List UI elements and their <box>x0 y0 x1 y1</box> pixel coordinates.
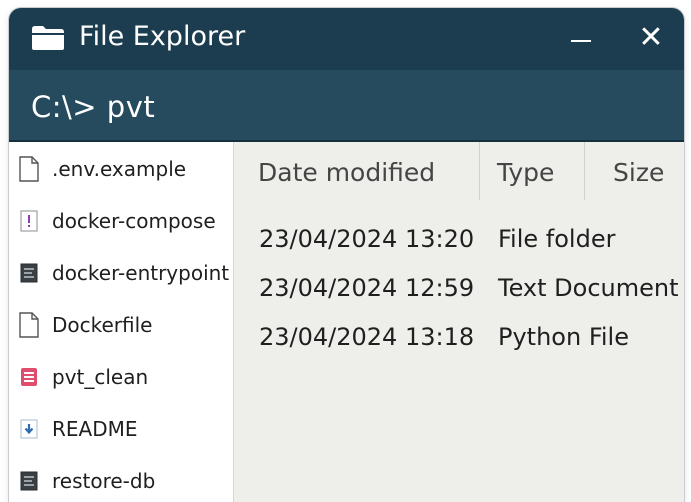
database-file-icon <box>21 368 37 386</box>
title-bar[interactable]: File Explorer ✕ <box>9 8 684 70</box>
file-explorer-window: File Explorer ✕ C:\> pvt .env.example do… <box>9 8 684 502</box>
markdown-file-icon <box>20 419 38 439</box>
file-item-pvt-clean[interactable]: pvt_clean <box>9 354 234 398</box>
table-row[interactable]: 23/04/2024 13:18 Python File <box>234 314 684 360</box>
file-list: .env.example docker-compose docker-entry… <box>9 142 234 502</box>
table-row[interactable]: 23/04/2024 12:59 Text Document <box>234 265 684 311</box>
current-path: C:\> pvt <box>31 90 156 124</box>
file-name: Dockerfile <box>52 313 153 337</box>
column-header-date-modified[interactable]: Date modified <box>258 142 435 204</box>
column-divider[interactable] <box>584 142 585 200</box>
close-icon: ✕ <box>638 20 664 55</box>
column-header-type[interactable]: Type <box>497 142 554 204</box>
file-name: README <box>52 417 138 441</box>
file-name: docker-compose <box>52 209 216 233</box>
file-name: docker-entrypoint <box>52 261 230 285</box>
column-header-size[interactable]: Size <box>613 142 664 204</box>
date-modified-cell: 23/04/2024 12:59 <box>259 274 475 302</box>
blank-file-icon <box>19 312 39 338</box>
file-item-docker-compose[interactable]: docker-compose <box>9 198 234 242</box>
file-name: .env.example <box>52 157 187 181</box>
type-cell: Text Document <box>498 274 679 302</box>
window-title: File Explorer <box>79 21 246 52</box>
script-file-icon <box>20 263 38 283</box>
date-modified-cell: 23/04/2024 13:18 <box>259 323 475 351</box>
yaml-file-icon <box>20 210 38 232</box>
table-row[interactable]: 23/04/2024 13:20 File folder <box>234 216 684 262</box>
details-pane: Date modified Type Size 23/04/2024 13:20… <box>234 142 684 502</box>
type-cell: File folder <box>498 225 616 253</box>
address-bar[interactable]: C:\> pvt <box>9 70 684 142</box>
file-name: restore-db <box>52 469 156 493</box>
date-modified-cell: 23/04/2024 13:20 <box>259 225 475 253</box>
script-file-icon <box>20 471 38 491</box>
minimize-icon <box>571 40 591 42</box>
file-item-dockerfile[interactable]: Dockerfile <box>9 302 234 346</box>
file-item-env-example[interactable]: .env.example <box>9 146 234 190</box>
column-divider[interactable] <box>479 142 480 200</box>
folder-icon <box>32 26 64 50</box>
file-item-readme[interactable]: README <box>9 406 234 450</box>
file-item-restore-db[interactable]: restore-db <box>9 458 234 502</box>
minimize-button[interactable] <box>561 21 601 55</box>
file-name: pvt_clean <box>52 365 149 389</box>
blank-file-icon <box>19 156 39 182</box>
file-item-docker-entrypoint[interactable]: docker-entrypoint <box>9 250 234 294</box>
type-cell: Python File <box>498 323 629 351</box>
close-button[interactable]: ✕ <box>631 19 671 57</box>
